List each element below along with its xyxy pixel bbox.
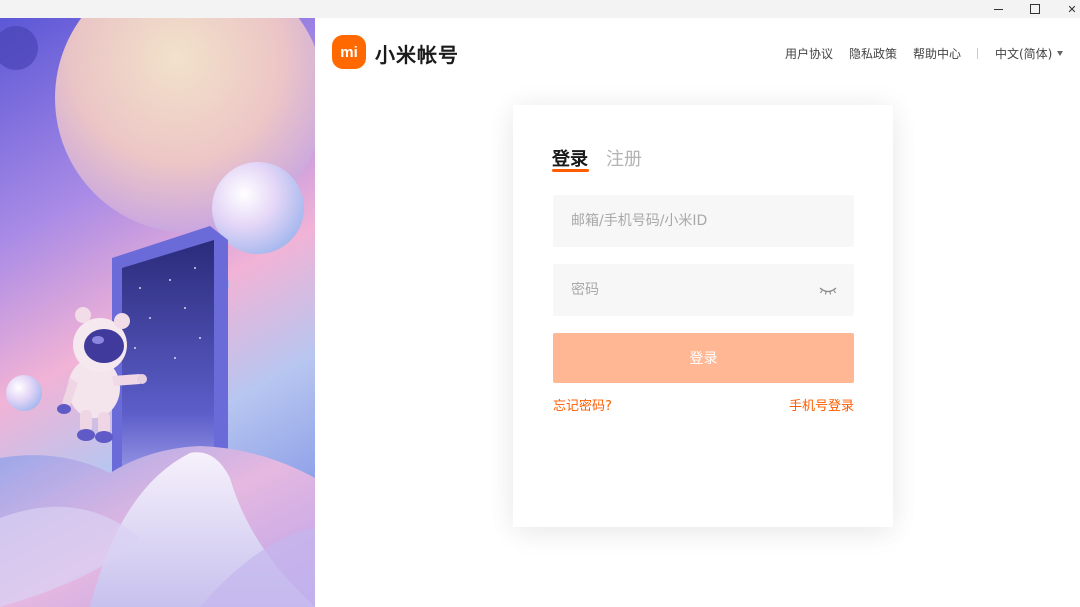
brand-title: 小米帐号 [375,43,459,67]
language-selector[interactable]: 中文(简体) [995,45,1064,62]
close-icon[interactable]: ✕ [1054,0,1080,18]
nav-privacy-policy[interactable]: 隐私政策 [849,45,897,62]
login-card: 登录 注册 登录 忘记密码? 手机号登录 [513,105,893,527]
login-button[interactable]: 登录 [553,333,854,383]
top-header: mi 小米帐号 用户协议 隐私政策 帮助中心 中文(简体) [315,18,1080,88]
tab-register[interactable]: 注册 [606,145,642,171]
maximize-icon[interactable] [1017,0,1053,18]
active-tab-indicator [552,169,589,172]
window-titlebar: ✕ [0,0,1080,18]
minimize-icon[interactable] [980,0,1016,18]
nav-divider [977,48,978,59]
tab-login[interactable]: 登录 [552,145,588,171]
account-input[interactable] [553,195,854,247]
chevron-down-icon [1057,51,1064,56]
password-input[interactable] [553,264,854,316]
forgot-password-link[interactable]: 忘记密码? [553,395,612,414]
nav-user-agreement[interactable]: 用户协议 [785,45,833,62]
astronaut-illustration [0,18,315,607]
language-label: 中文(简体) [995,47,1053,61]
xiaomi-logo: mi [332,35,366,69]
phone-login-link[interactable]: 手机号登录 [789,395,854,414]
eye-closed-icon[interactable] [818,283,838,297]
illustration-panel [0,18,315,607]
nav-help-center[interactable]: 帮助中心 [913,45,961,62]
